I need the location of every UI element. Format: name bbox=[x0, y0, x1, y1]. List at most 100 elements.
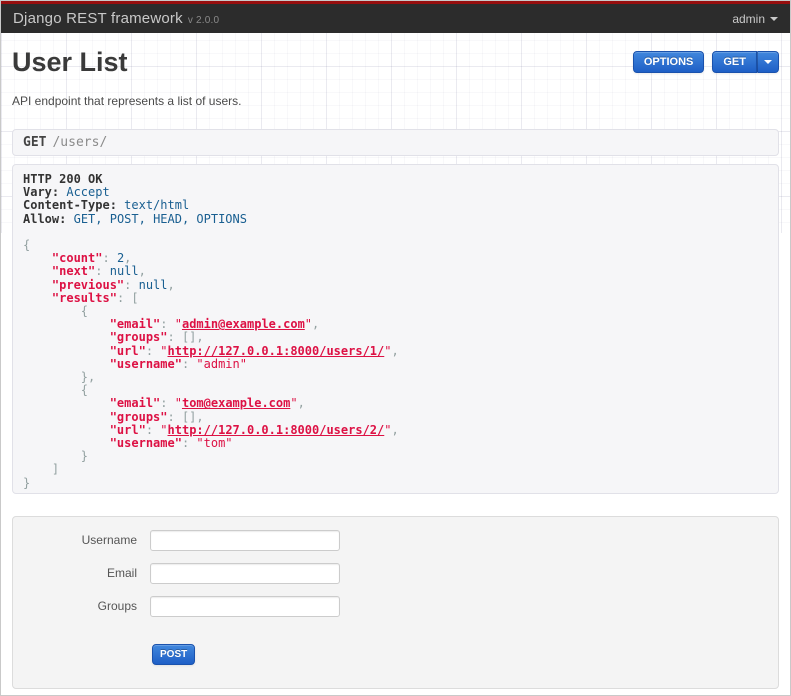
code-token: : bbox=[124, 277, 139, 292]
options-button[interactable]: OPTIONS bbox=[632, 51, 705, 73]
code-token: "admin" bbox=[196, 356, 247, 371]
brand-title: Django REST framework bbox=[13, 10, 183, 27]
user-dropdown[interactable]: admin bbox=[732, 12, 778, 26]
code-token: "username" bbox=[109, 356, 182, 371]
email-label: Email bbox=[106, 566, 137, 580]
post-form: Username Email Groups POST bbox=[13, 530, 778, 665]
code-token: : bbox=[181, 356, 197, 371]
code-token: "next" bbox=[51, 264, 96, 279]
response-link[interactable]: tom@example.com bbox=[182, 396, 290, 410]
response-link[interactable]: http://127.0.0.1:8000/users/2/ bbox=[168, 423, 385, 437]
user-dropdown-label: admin bbox=[732, 11, 765, 26]
code-token: " bbox=[160, 422, 168, 437]
main-content: User List OPTIONS GET API endpoint that … bbox=[1, 47, 790, 689]
code-token: "groups" bbox=[109, 409, 168, 424]
response-link[interactable]: admin@example.com bbox=[182, 317, 305, 331]
get-button[interactable]: GET bbox=[712, 51, 757, 73]
code-token: Vary: bbox=[23, 185, 60, 200]
form-row: Username bbox=[13, 530, 778, 551]
code-token: { bbox=[23, 238, 31, 253]
code-token: }, bbox=[80, 370, 96, 385]
code-token: "username" bbox=[109, 436, 182, 451]
request-info-bar: GET/users/ bbox=[12, 129, 779, 156]
email-input[interactable] bbox=[150, 563, 340, 584]
code-token: , bbox=[391, 343, 399, 358]
code-token: : [], bbox=[167, 409, 204, 424]
code-token: , bbox=[391, 422, 399, 437]
code-token: "results" bbox=[51, 290, 117, 305]
groups-label: Groups bbox=[97, 599, 137, 613]
code-token: "url" bbox=[109, 422, 146, 437]
code-token: "email" bbox=[109, 396, 161, 411]
code-token: " bbox=[384, 343, 392, 358]
request-path: /users/ bbox=[52, 135, 108, 150]
get-split-button: GET bbox=[712, 51, 779, 73]
code-token: "count" bbox=[51, 251, 103, 266]
browsable-api-page: Django REST framework v 2.0.0 admin User … bbox=[0, 0, 791, 696]
code-token: null bbox=[109, 264, 139, 279]
code-token: " bbox=[174, 396, 182, 411]
code-token: null bbox=[138, 277, 168, 292]
code-token: : bbox=[160, 317, 175, 332]
page-header-row: User List OPTIONS GET bbox=[12, 47, 779, 77]
post-form-well: Username Email Groups POST bbox=[12, 516, 779, 689]
code-token: HTTP 200 OK bbox=[23, 172, 103, 186]
username-label: Username bbox=[81, 533, 137, 547]
code-token: " bbox=[174, 317, 182, 332]
code-token: { bbox=[80, 383, 89, 398]
code-token: : bbox=[102, 251, 117, 266]
code-token: " bbox=[290, 396, 298, 411]
code-token: , bbox=[138, 264, 146, 279]
form-rows: Username Email Groups bbox=[13, 530, 778, 617]
brand: Django REST framework v 2.0.0 bbox=[13, 10, 219, 27]
code-token: " bbox=[384, 422, 392, 437]
code-token: " bbox=[160, 343, 168, 358]
navbar: Django REST framework v 2.0.0 admin bbox=[1, 1, 790, 33]
code-token: } bbox=[80, 449, 89, 464]
code-token: "groups" bbox=[109, 330, 168, 345]
code-token: , bbox=[124, 251, 132, 266]
response-body: HTTP 200 OK Vary: Accept Content-Type: t… bbox=[12, 164, 779, 494]
code-token: Content-Type: bbox=[23, 198, 117, 213]
response-link[interactable]: http://127.0.0.1:8000/users/1/ bbox=[168, 344, 385, 358]
code-token: : bbox=[95, 264, 110, 279]
code-token: "previous" bbox=[51, 277, 125, 292]
code-token: Accept bbox=[66, 185, 110, 200]
code-token: "url" bbox=[109, 343, 146, 358]
page-title: User List bbox=[12, 47, 128, 77]
username-input[interactable] bbox=[150, 530, 340, 551]
code-token: : [ bbox=[116, 290, 139, 305]
brand-version: v 2.0.0 bbox=[187, 15, 220, 26]
get-dropdown-toggle[interactable] bbox=[757, 51, 779, 73]
code-token: GET, POST, HEAD, OPTIONS bbox=[73, 211, 247, 226]
groups-input[interactable] bbox=[150, 596, 340, 617]
action-buttons: OPTIONS GET bbox=[632, 51, 779, 73]
code-token: "tom" bbox=[196, 436, 233, 451]
code-token: : [], bbox=[167, 330, 204, 345]
code-token: Allow: bbox=[23, 211, 67, 226]
code-token: " bbox=[304, 317, 313, 332]
code-token: , bbox=[297, 396, 305, 411]
code-token: : bbox=[145, 422, 161, 437]
form-row: Groups bbox=[13, 596, 778, 617]
caret-down-icon bbox=[764, 60, 772, 64]
code-token: "email" bbox=[109, 317, 161, 332]
form-row: Email bbox=[13, 563, 778, 584]
post-button[interactable]: POST bbox=[152, 644, 196, 665]
code-token: } bbox=[23, 475, 31, 490]
